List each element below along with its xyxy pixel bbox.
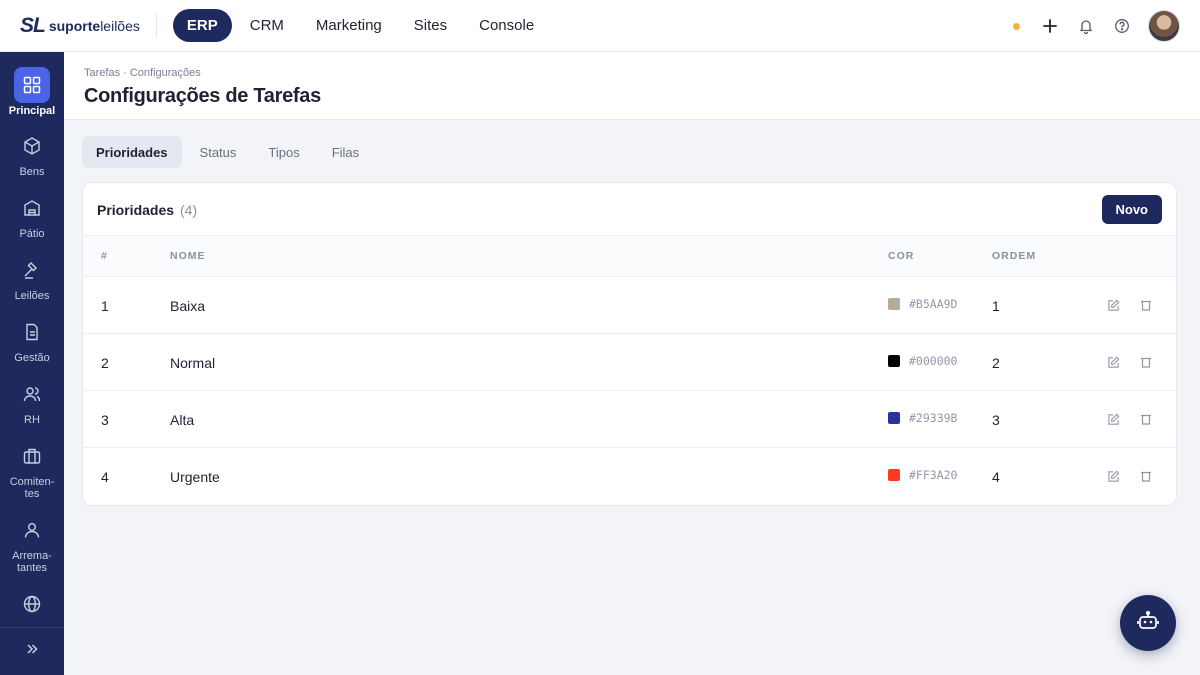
- brand-logo[interactable]: SL suporteleilões: [0, 0, 140, 52]
- tab-bar: Prioridades Status Tipos Filas: [82, 136, 373, 168]
- column-header-name: NOME: [170, 250, 206, 262]
- nav-console[interactable]: Console: [465, 9, 548, 42]
- edit-icon[interactable]: [1104, 353, 1122, 371]
- card-count: (4): [180, 202, 198, 218]
- warehouse-icon: [14, 190, 50, 226]
- edit-icon[interactable]: [1104, 467, 1122, 485]
- plus-icon[interactable]: [1040, 16, 1060, 36]
- table-header: # NOME COR ORDEM: [83, 236, 1176, 277]
- table-row[interactable]: 3 Alta #29339B 3: [83, 391, 1176, 448]
- user-icon: [14, 512, 50, 548]
- help-icon[interactable]: [1112, 16, 1132, 36]
- sidebar-item-label: Principal: [8, 105, 56, 117]
- sidebar-item-label: Pátio: [19, 228, 45, 240]
- trash-icon[interactable]: [1137, 410, 1155, 428]
- card-title: Prioridades: [97, 202, 175, 218]
- sidebar-item-label: Leilões: [14, 290, 50, 302]
- row-order: 2: [992, 355, 1000, 371]
- tab-filas[interactable]: Filas: [318, 136, 373, 168]
- sidebar-item-patio[interactable]: Pátio: [0, 190, 64, 240]
- row-name: Normal: [170, 355, 216, 371]
- top-actions: [1013, 0, 1180, 52]
- color-swatch: [888, 298, 900, 310]
- table-row[interactable]: 4 Urgente #FF3A20 4: [83, 448, 1176, 505]
- document-icon: [14, 314, 50, 350]
- logo-text: suporteleilões: [48, 17, 140, 34]
- row-order: 1: [992, 298, 1000, 314]
- nav-crm[interactable]: CRM: [236, 9, 298, 42]
- row-id: 1: [101, 298, 109, 314]
- edit-icon[interactable]: [1104, 410, 1122, 428]
- table-row[interactable]: 2 Normal #000000 2: [83, 334, 1176, 391]
- cube-icon: [14, 128, 50, 164]
- row-order: 3: [992, 412, 1000, 428]
- row-name: Baixa: [170, 298, 206, 314]
- color-hex: #B5AA9D: [909, 297, 958, 311]
- sidebar-item-sites[interactable]: [0, 586, 64, 622]
- top-bar: SL suporteleilões ERP CRM Marketing Site…: [0, 0, 1200, 52]
- sidebar-item-label: Comiten- tes: [9, 476, 55, 500]
- row-name: Urgente: [170, 469, 220, 485]
- sidebar-item-leiloes[interactable]: Leilões: [0, 252, 64, 302]
- tab-prioridades[interactable]: Prioridades: [82, 136, 182, 168]
- nav-marketing[interactable]: Marketing: [302, 9, 396, 42]
- sidebar-item-label: Arrema- tantes: [12, 550, 52, 574]
- bell-icon[interactable]: [1076, 16, 1096, 36]
- page-title: Configurações de Tarefas: [84, 85, 321, 107]
- logo-mark: SL: [20, 13, 46, 37]
- column-header-order: ORDEM: [992, 250, 1037, 262]
- page-header: Tarefas · Configurações Configurações de…: [64, 52, 1200, 120]
- row-order: 4: [992, 469, 1000, 485]
- column-header-color: COR: [888, 250, 915, 262]
- sidebar-item-principal[interactable]: Principal: [0, 67, 64, 117]
- sidebar-item-comitentes[interactable]: Comiten- tes: [0, 438, 64, 500]
- trash-icon[interactable]: [1137, 296, 1155, 314]
- tab-tipos[interactable]: Tipos: [254, 136, 313, 168]
- grid-icon: [14, 67, 50, 103]
- color-swatch: [888, 469, 900, 481]
- gavel-icon: [14, 252, 50, 288]
- column-header-id: #: [101, 250, 108, 262]
- edit-icon[interactable]: [1104, 296, 1122, 314]
- color-hex: #FF3A20: [909, 468, 958, 482]
- nav-sites[interactable]: Sites: [400, 9, 461, 42]
- avatar[interactable]: [1148, 10, 1180, 42]
- assistant-button[interactable]: [1120, 595, 1176, 651]
- sidebar-item-bens[interactable]: Bens: [0, 128, 64, 178]
- new-button[interactable]: Novo: [1101, 195, 1162, 224]
- sidebar-item-label: RH: [24, 414, 40, 426]
- sidebar-item-gestao[interactable]: Gestão: [0, 314, 64, 364]
- card-header: Prioridades (4) Novo: [83, 183, 1176, 236]
- status-dot: [1013, 22, 1020, 30]
- sidebar-item-label: Bens: [19, 166, 45, 178]
- globe-icon: [14, 586, 50, 622]
- top-nav: ERP CRM Marketing Sites Console: [172, 9, 548, 42]
- nav-erp[interactable]: ERP: [172, 9, 232, 42]
- tab-status[interactable]: Status: [186, 136, 251, 168]
- trash-icon[interactable]: [1137, 353, 1155, 371]
- users-icon: [14, 376, 50, 412]
- row-id: 3: [101, 412, 109, 428]
- row-id: 2: [101, 355, 109, 371]
- priorities-card: Prioridades (4) Novo # NOME COR ORDEM 1 B…: [82, 182, 1177, 506]
- sidebar-item-label: Gestão: [14, 352, 50, 364]
- robot-icon: [1136, 609, 1160, 638]
- color-swatch: [888, 412, 900, 424]
- sidebar-item-arrematantes[interactable]: Arrema- tantes: [0, 512, 64, 574]
- color-swatch: [888, 355, 900, 367]
- divider: [155, 13, 157, 38]
- collapse-sidebar-button[interactable]: [0, 627, 64, 675]
- breadcrumb: Tarefas · Configurações: [84, 67, 201, 79]
- sidebar-item-rh[interactable]: RH: [0, 376, 64, 426]
- chevrons-right-icon: [25, 642, 39, 661]
- row-name: Alta: [170, 412, 195, 428]
- table-row[interactable]: 1 Baixa #B5AA9D 1: [83, 277, 1176, 334]
- row-id: 4: [101, 469, 109, 485]
- color-hex: #29339B: [909, 411, 958, 425]
- trash-icon[interactable]: [1137, 467, 1155, 485]
- color-hex: #000000: [909, 354, 958, 368]
- briefcase-icon: [14, 438, 50, 474]
- sidebar: Principal Bens Pátio Leilões Gestão RH C…: [0, 52, 64, 675]
